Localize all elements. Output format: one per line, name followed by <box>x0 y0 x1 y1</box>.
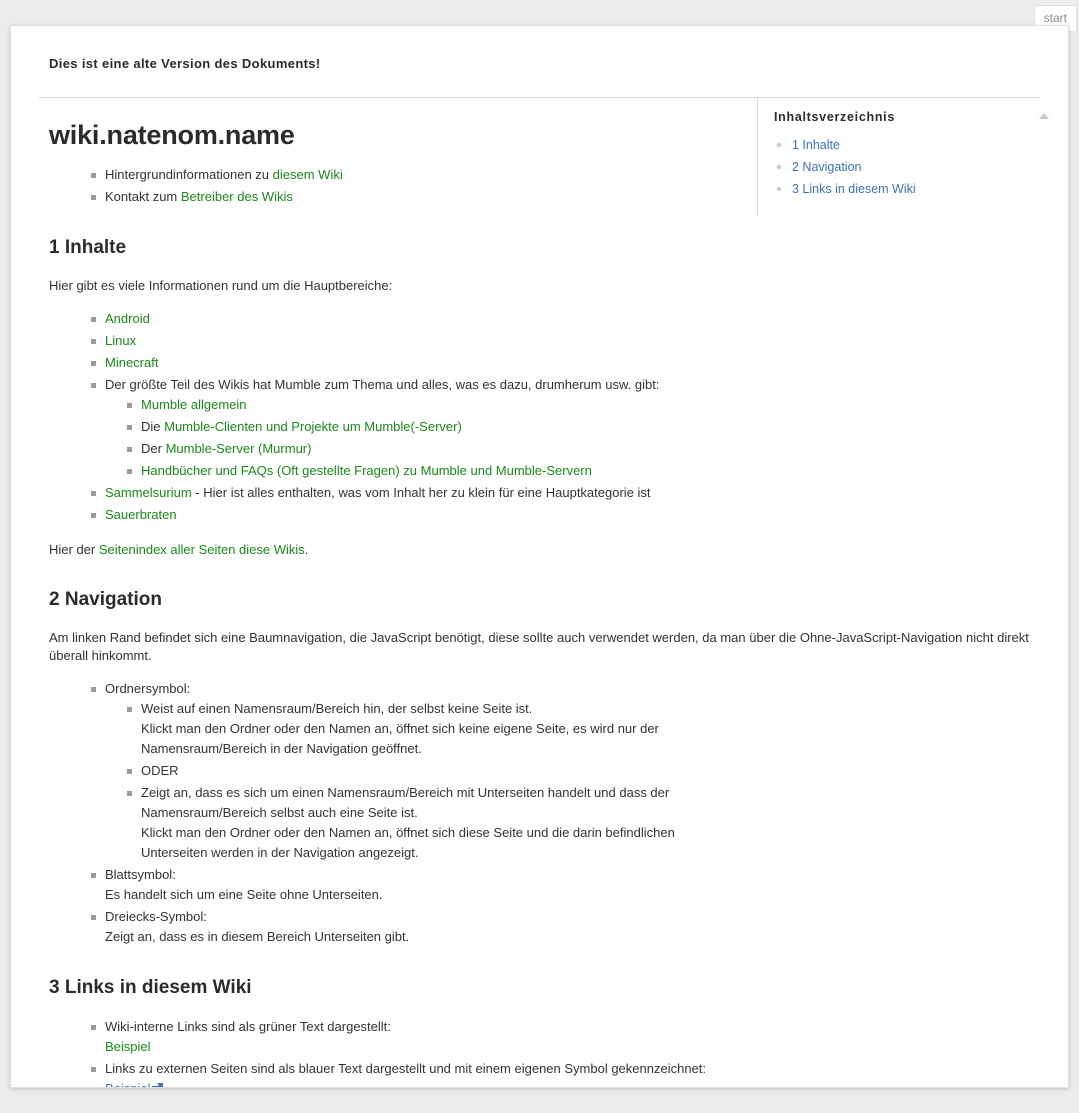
seitenindex-before: Hier der <box>49 542 99 557</box>
page-inner: Dies ist eine alte Version des Dokuments… <box>11 26 1068 1087</box>
table-of-contents: Inhaltsverzeichnis 1 Inhalte 2 Navigatio… <box>757 98 1068 216</box>
blattsymbol-desc: Es handelt sich um eine Seite ohne Unter… <box>105 887 383 902</box>
link-example-internal[interactable]: Beispiel <box>105 1039 151 1054</box>
inhalte-intro: Hier gibt es viele Informationen rund um… <box>49 278 393 293</box>
section-heading-inhalte: 1 Inhalte <box>49 237 127 258</box>
toc-title: Inhaltsverzeichnis <box>774 110 895 124</box>
list-item: Der größte Teil des Wikis hat Mumble zum… <box>91 375 739 481</box>
toc-item-inhalte: 1 Inhalte <box>774 136 1068 154</box>
list-item: Die Mumble-Clienten und Projekte um Mumb… <box>127 417 739 437</box>
list-item: Zeigt an, dass es sich um einen Namensra… <box>127 783 739 863</box>
link-seitenindex[interactable]: Seitenindex aller Seiten diese Wikis <box>99 542 305 557</box>
link-linux[interactable]: Linux <box>105 333 136 348</box>
list-item: Dreiecks-Symbol: Zeigt an, dass es in di… <box>91 907 739 947</box>
external-link-desc: Links zu externen Seiten sind als blauer… <box>105 1061 707 1076</box>
page-title: wiki.natenom.name <box>49 120 295 150</box>
internal-link-desc: Wiki-interne Links sind als grüner Text … <box>105 1019 391 1034</box>
list-item: Linux <box>91 331 739 351</box>
dreieck-desc: Zeigt an, dass es in diesem Bereich Unte… <box>105 929 410 944</box>
collapse-triangle-icon[interactable] <box>1039 113 1049 119</box>
link-mumble-server-murmur[interactable]: Mumble-Server (Murmur) <box>166 441 312 456</box>
toc-item-links: 3 Links in diesem Wiki <box>774 180 1068 198</box>
ordnersymbol-sub2-line1: Zeigt an, dass es sich um einen Namensra… <box>141 785 670 820</box>
toc-link-links[interactable]: 3 Links in diesem Wiki <box>792 182 916 196</box>
content-wrapper: Inhaltsverzeichnis 1 Inhalte 2 Navigatio… <box>39 97 1049 1087</box>
list-item: ODER <box>127 761 739 781</box>
list-item: Wiki-interne Links sind als grüner Text … <box>91 1017 739 1057</box>
list-item: Ordnersymbol: Weist auf einen Namensraum… <box>91 679 739 863</box>
intro-text-1: Kontakt zum <box>105 189 181 204</box>
clients-prefix: Die <box>141 419 165 434</box>
link-minecraft[interactable]: Minecraft <box>105 355 158 370</box>
list-item: Der Mumble-Server (Murmur) <box>127 439 739 459</box>
intro-text-0: Hintergrundinformationen zu <box>105 167 273 182</box>
list-item: Handbücher und FAQs (Oft gestellte Frage… <box>127 461 739 481</box>
ordnersymbol-sub1-line2: Klickt man den Ordner oder den Namen an,… <box>141 721 659 756</box>
link-handbuecher-faqs[interactable]: Handbücher und FAQs (Oft gestellte Frage… <box>141 463 592 478</box>
section-heading-navigation: 2 Navigation <box>49 589 162 610</box>
old-version-notice: Dies ist eine alte Version des Dokuments… <box>49 56 321 71</box>
seitenindex-after: . <box>304 542 309 557</box>
mumble-intro-text: Der größte Teil des Wikis hat Mumble zum… <box>105 377 660 392</box>
link-android[interactable]: Android <box>105 311 150 326</box>
link-mumble-clienten[interactable]: Mumble-Clienten und Projekte um Mumble(-… <box>164 419 462 434</box>
external-link-icon <box>151 1083 163 1087</box>
blattsymbol-label: Blattsymbol: <box>105 867 176 882</box>
ordnersymbol-oder: ODER <box>141 763 179 778</box>
list-item: Hintergrundinformationen zu diesem Wiki <box>91 165 739 185</box>
ordnersymbol-sub1-line1: Weist auf einen Namensraum/Bereich hin, … <box>141 701 533 716</box>
list-item: Sammelsurium - Hier ist alles enthalten,… <box>91 483 739 503</box>
ordnersymbol-label: Ordnersymbol: <box>105 681 191 696</box>
toc-link-inhalte[interactable]: 1 Inhalte <box>792 138 840 152</box>
link-sauerbraten[interactable]: Sauerbraten <box>105 507 177 522</box>
ordnersymbol-sub2-line2: Klickt man den Ordner oder den Namen an,… <box>141 825 675 860</box>
list-item: Minecraft <box>91 353 739 373</box>
section-heading-links: 3 Links in diesem Wiki <box>49 977 252 998</box>
link-mumble-allgemein[interactable]: Mumble allgemein <box>141 397 247 412</box>
toc-list: 1 Inhalte 2 Navigation 3 Links in diesem… <box>774 136 1068 198</box>
list-item: Kontakt zum Betreiber des Wikis <box>91 187 739 207</box>
toc-link-navigation[interactable]: 2 Navigation <box>792 160 862 174</box>
intro-list: Hintergrundinformationen zu diesem Wiki … <box>49 165 739 207</box>
wiki-page-container: Dies ist eine alte Version des Dokuments… <box>10 25 1069 1088</box>
toc-header: Inhaltsverzeichnis <box>774 110 1068 124</box>
inhalte-list: Android Linux Minecraft Der größte Teil … <box>49 309 739 525</box>
server-prefix: Der <box>141 441 166 456</box>
list-item: Links zu externen Seiten sind als blauer… <box>91 1059 739 1087</box>
seitenindex-line: Hier der Seitenindex aller Seiten diese … <box>49 541 739 559</box>
ordnersymbol-sublist: Weist auf einen Namensraum/Bereich hin, … <box>105 699 739 863</box>
list-item: Android <box>91 309 739 329</box>
sammelsurium-rest: - Hier ist alles enthalten, was vom Inha… <box>191 485 651 500</box>
links-list: Wiki-interne Links sind als grüner Text … <box>49 1017 739 1087</box>
main-content: wiki.natenom.name Hintergrundinformation… <box>39 120 1029 1087</box>
list-item: Blattsymbol: Es handelt sich um eine Sei… <box>91 865 739 905</box>
mumble-sublist: Mumble allgemein Die Mumble-Clienten und… <box>105 395 739 481</box>
dreieck-label: Dreiecks-Symbol: <box>105 909 207 924</box>
link-sammelsurium[interactable]: Sammelsurium <box>105 485 192 500</box>
link-example-external[interactable]: Beispiel <box>105 1081 151 1087</box>
toc-item-navigation: 2 Navigation <box>774 158 1068 176</box>
navigation-intro: Am linken Rand befindet sich eine Baumna… <box>49 630 1029 663</box>
list-item: Mumble allgemein <box>127 395 739 415</box>
link-betreiber-des-wikis[interactable]: Betreiber des Wikis <box>181 189 293 204</box>
list-item: Sauerbraten <box>91 505 739 525</box>
list-item: Weist auf einen Namensraum/Bereich hin, … <box>127 699 739 759</box>
navigation-list: Ordnersymbol: Weist auf einen Namensraum… <box>49 679 739 947</box>
link-diesem-wiki[interactable]: diesem Wiki <box>273 167 343 182</box>
